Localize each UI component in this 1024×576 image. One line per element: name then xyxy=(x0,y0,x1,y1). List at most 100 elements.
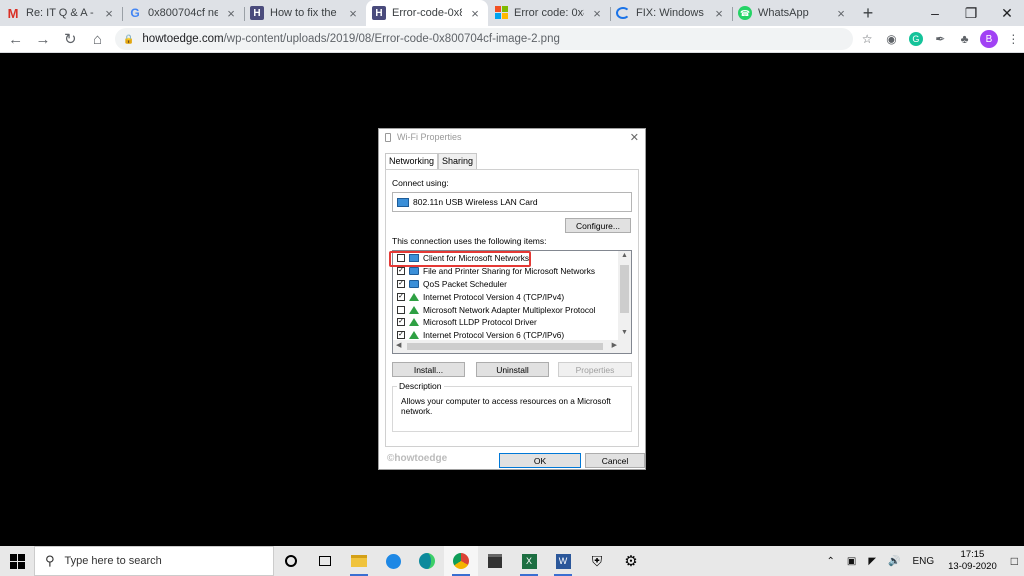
howtoedge-icon: H xyxy=(372,6,386,20)
tab-close-icon[interactable]: × xyxy=(224,6,238,21)
forward-button[interactable]: → xyxy=(31,27,54,51)
browser-tab[interactable]: H How to fix the Erro × xyxy=(244,0,366,26)
description-group: Description Allows your computer to acce… xyxy=(392,381,632,432)
notifications-icon[interactable]: □ xyxy=(1005,554,1024,568)
tab-close-icon[interactable]: × xyxy=(712,6,726,21)
browser-tab[interactable]: H Error-code-0x8007 × xyxy=(366,0,488,26)
chrome-icon[interactable] xyxy=(444,546,478,576)
dialog-tabs: Networking Sharing xyxy=(385,153,478,169)
volume-icon[interactable]: 🔊 xyxy=(882,556,906,567)
cortana-icon[interactable] xyxy=(274,546,308,576)
dialog-close-icon[interactable]: ✕ xyxy=(630,131,639,144)
security-shield-icon[interactable]: ⛨ xyxy=(580,546,614,576)
url-host: howtoedge.com xyxy=(142,33,224,45)
wifi-adapter-icon xyxy=(385,132,391,142)
tab-title: Re: IT Q & A - bhu xyxy=(26,7,96,19)
item-checkbox[interactable]: ✓ xyxy=(397,279,405,288)
cancel-button[interactable]: Cancel xyxy=(585,453,645,468)
menu-kebab-icon[interactable]: ⋮ xyxy=(1003,28,1024,50)
list-item[interactable]: ✓ Internet Protocol Version 4 (TCP/IPv4) xyxy=(393,290,619,303)
tab-sharing[interactable]: Sharing xyxy=(438,153,478,169)
uninstall-button[interactable]: Uninstall xyxy=(476,362,549,377)
network-adapter-icon xyxy=(397,197,409,207)
browser-tab[interactable]: M Re: IT Q & A - bhu × xyxy=(0,0,122,26)
adapter-name: 802.11n USB Wireless LAN Card xyxy=(413,197,538,207)
adapter-field: 802.11n USB Wireless LAN Card xyxy=(392,192,632,212)
show-hidden-icons-icon[interactable]: ⌃ xyxy=(820,556,840,567)
scroll-up-icon[interactable]: ▲ xyxy=(618,252,631,259)
settings-gear-icon[interactable]: ⚙ xyxy=(614,546,648,576)
vertical-scrollbar[interactable]: ▲ ▼ xyxy=(618,251,631,341)
app-icon-blue[interactable] xyxy=(376,546,410,576)
properties-button[interactable]: Properties xyxy=(558,362,632,377)
restore-button[interactable]: ❐ xyxy=(954,0,988,26)
tab-close-icon[interactable]: × xyxy=(590,6,604,21)
scroll-down-icon[interactable]: ▼ xyxy=(618,329,631,336)
item-label: Microsoft LLDP Protocol Driver xyxy=(423,317,537,328)
url-path: /wp-content/uploads/2019/08/Error-code-0… xyxy=(223,33,560,45)
tab-close-icon[interactable]: × xyxy=(102,6,116,21)
horizontal-scrollbar[interactable]: ◀ ▶ xyxy=(393,340,631,353)
browser-tab[interactable]: FIX: Windows netw × xyxy=(610,0,732,26)
tab-networking[interactable]: Networking xyxy=(385,153,439,169)
start-button[interactable] xyxy=(0,546,34,576)
tab-title: FIX: Windows netw xyxy=(636,7,706,19)
grammarly-icon[interactable]: G xyxy=(905,28,926,50)
browser-tab[interactable]: Error code: 0x800 × xyxy=(488,0,610,26)
taskbar-search-box[interactable]: ⚲ Type here to search xyxy=(34,546,274,576)
tab-close-icon[interactable]: × xyxy=(468,6,482,21)
reload-button[interactable]: ↻ xyxy=(59,27,82,51)
task-view-icon[interactable] xyxy=(308,546,342,576)
address-bar[interactable]: 🔒 howtoedge.com/wp-content/uploads/2019/… xyxy=(115,28,854,50)
store-icon[interactable] xyxy=(478,546,512,576)
list-item[interactable]: ✓ QoS Packet Scheduler xyxy=(393,278,619,291)
scroll-left-icon[interactable]: ◀ xyxy=(396,341,401,349)
close-window-button[interactable]: ✕ xyxy=(990,0,1024,26)
file-explorer-icon[interactable] xyxy=(342,546,376,576)
extensions-puzzle-icon[interactable]: ♣ xyxy=(954,28,975,50)
extension-icon[interactable]: ◉ xyxy=(881,28,902,50)
wifi-icon[interactable]: ◤ xyxy=(862,556,882,567)
battery-icon[interactable]: ▣ xyxy=(841,556,862,567)
items-label: This connection uses the following items… xyxy=(392,236,547,246)
tab-close-icon[interactable]: × xyxy=(346,6,360,21)
dialog-title: Wi-Fi Properties xyxy=(397,132,462,142)
tab-title: Error code: 0x800 xyxy=(514,7,584,19)
scroll-right-icon[interactable]: ▶ xyxy=(612,341,617,349)
clock[interactable]: 17:15 13-09-2020 xyxy=(940,549,1005,573)
clock-time: 17:15 xyxy=(960,549,985,560)
clock-date: 13-09-2020 xyxy=(948,561,997,572)
item-checkbox[interactable]: ✓ xyxy=(397,318,405,327)
configure-button[interactable]: Configure... xyxy=(565,218,631,233)
gmail-icon: M xyxy=(7,5,19,21)
word-icon[interactable]: W xyxy=(546,546,580,576)
browser-tab[interactable]: ☎ WhatsApp × xyxy=(732,0,854,26)
item-checkbox[interactable]: ✓ xyxy=(397,267,405,276)
item-checkbox[interactable]: ✓ xyxy=(397,331,405,340)
excel-icon[interactable]: X xyxy=(512,546,546,576)
howtoedge-icon: H xyxy=(250,6,264,20)
edge-icon[interactable] xyxy=(410,546,444,576)
new-tab-button[interactable]: + xyxy=(854,0,882,26)
ok-button[interactable]: OK xyxy=(499,453,581,468)
bookmark-star-icon[interactable]: ☆ xyxy=(856,28,877,50)
whatsapp-icon: ☎ xyxy=(738,6,752,20)
back-button[interactable]: ← xyxy=(4,27,27,51)
windows-taskbar: ⚲ Type here to search X W ⛨ ⚙ ⌃ ▣ ◤ 🔊 EN… xyxy=(0,546,1024,576)
eyedropper-icon[interactable]: ✒ xyxy=(930,28,951,50)
language-indicator[interactable]: ENG xyxy=(906,556,940,567)
profile-avatar[interactable]: B xyxy=(978,28,999,50)
hscroll-thumb[interactable] xyxy=(407,343,603,350)
list-item[interactable]: Microsoft Network Adapter Multiplexor Pr… xyxy=(393,303,619,316)
item-checkbox[interactable] xyxy=(397,305,405,314)
browser-tab[interactable]: G 0x800704cf netwo × xyxy=(122,0,244,26)
home-button[interactable]: ⌂ xyxy=(86,27,109,51)
install-button[interactable]: Install... xyxy=(392,362,465,377)
list-item[interactable]: ✓ Microsoft LLDP Protocol Driver xyxy=(393,316,619,329)
item-label: Microsoft Network Adapter Multiplexor Pr… xyxy=(423,304,596,315)
scroll-thumb[interactable] xyxy=(620,265,629,313)
tab-close-icon[interactable]: × xyxy=(834,6,848,21)
minimize-button[interactable]: – xyxy=(918,0,952,26)
item-checkbox[interactable]: ✓ xyxy=(397,292,405,301)
wifi-properties-dialog: Wi-Fi Properties ✕ Networking Sharing Co… xyxy=(378,128,646,470)
